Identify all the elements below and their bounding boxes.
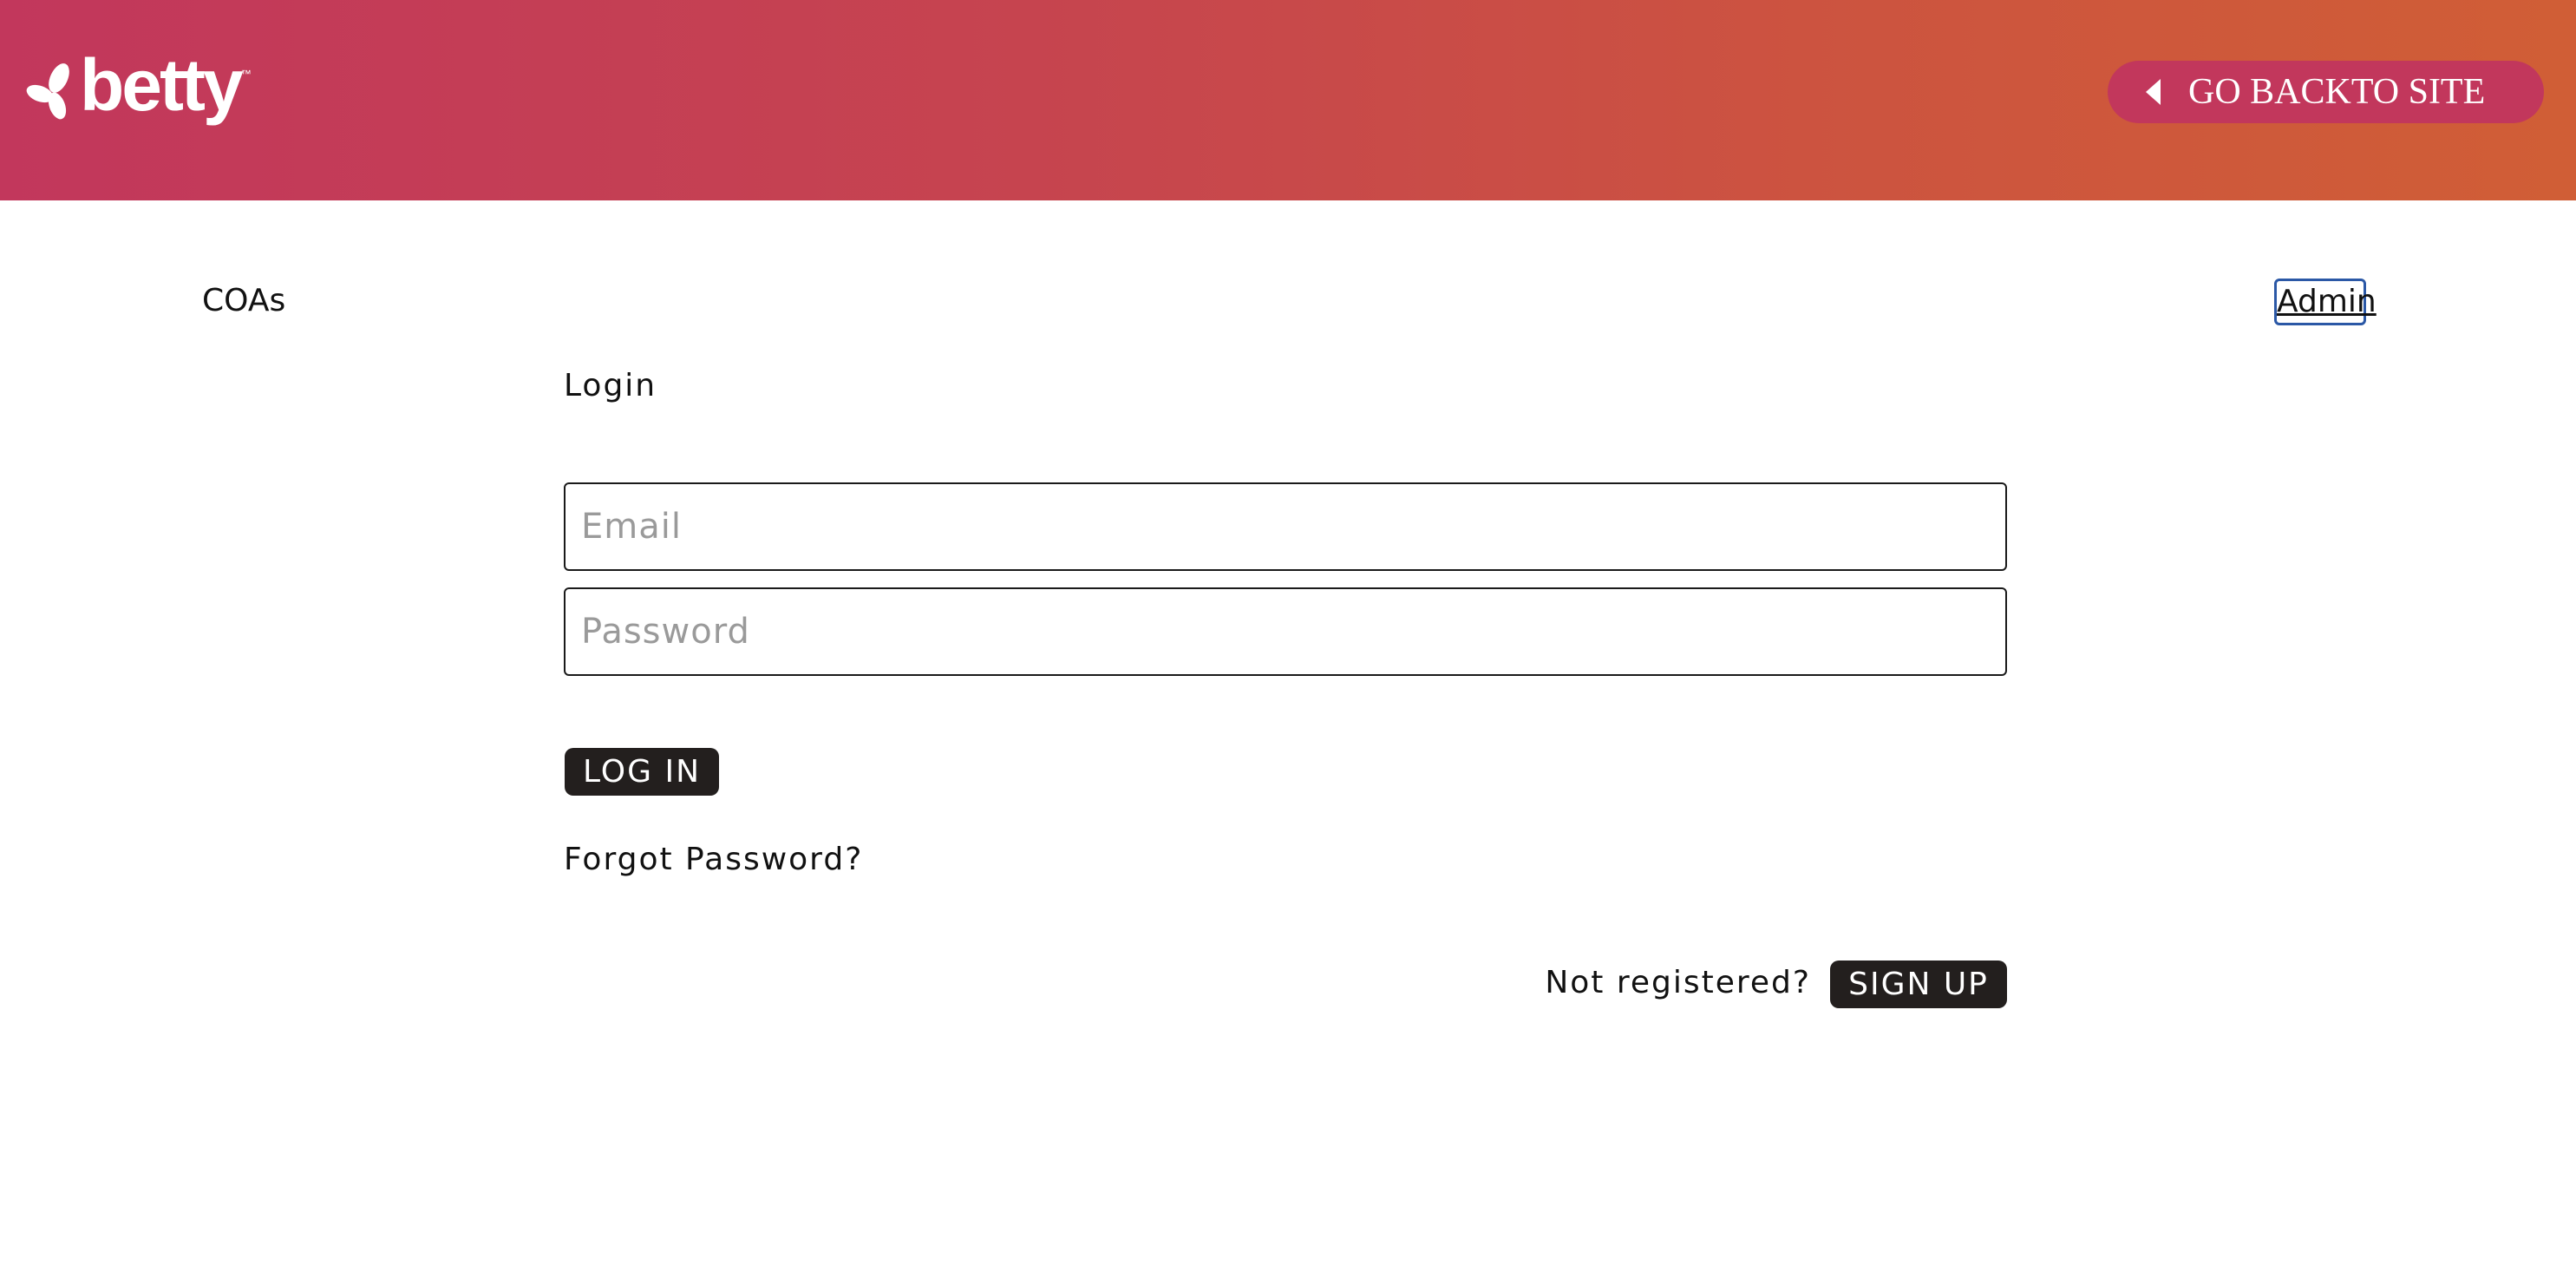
logo-trademark: ™ [240, 68, 252, 80]
login-button[interactable]: LOG IN [565, 748, 719, 796]
not-registered-text: Not registered? [1545, 965, 1811, 1000]
caret-left-icon [2146, 79, 2161, 105]
email-field[interactable] [564, 482, 2007, 571]
login-heading: Login [564, 368, 657, 403]
signup-button[interactable]: SIGN UP [1830, 961, 2007, 1008]
password-field[interactable] [564, 587, 2007, 676]
forgot-password-link[interactable]: Forgot Password? [564, 842, 863, 877]
nav-link-coas[interactable]: COAs [202, 283, 285, 318]
site-header: betty ™ GO BACKTO SITE [0, 0, 2576, 200]
leaf-logo-icon [26, 63, 69, 120]
logo-wordmark: betty [80, 44, 244, 126]
go-back-to-site-button[interactable]: GO BACKTO SITE [2108, 61, 2544, 123]
nav-link-admin[interactable]: Admin [2274, 279, 2377, 325]
go-back-to-site-label: GO BACKTO SITE [2188, 72, 2486, 112]
betty-logo[interactable]: betty ™ [24, 49, 252, 128]
